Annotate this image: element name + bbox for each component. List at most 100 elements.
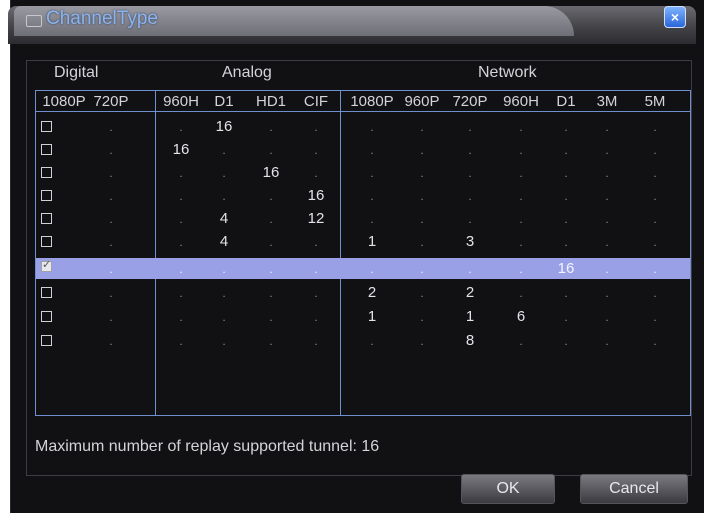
channel-cell: .: [179, 120, 183, 134]
channel-row[interactable]: ....... 8....: [36, 332, 690, 353]
channel-cell: .: [179, 286, 183, 300]
column-header: 720P: [452, 93, 488, 110]
channel-cell: .: [109, 235, 113, 249]
channel-cell: .: [420, 334, 424, 348]
channel-cell: .: [109, 286, 113, 300]
column-header: 3M: [596, 93, 618, 110]
column-header: CIF: [303, 93, 329, 110]
channel-cell: .: [519, 235, 523, 249]
channel-cell: .: [564, 189, 568, 203]
row-checkbox[interactable]: [41, 236, 52, 247]
channel-cell: .: [314, 334, 318, 348]
row-checkbox[interactable]: [41, 190, 52, 201]
channel-cell: .: [468, 143, 472, 157]
row-checkbox[interactable]: [41, 213, 52, 224]
close-button[interactable]: ×: [664, 6, 686, 28]
channel-cell: .: [653, 120, 657, 134]
row-checkbox[interactable]: [41, 121, 52, 132]
row-checkbox[interactable]: [41, 144, 52, 155]
channel-row[interactable]: ... 16........: [36, 164, 690, 185]
replay-tunnel-note: Maximum number of replay supported tunne…: [35, 438, 380, 455]
channel-cell: 1: [367, 308, 377, 325]
channel-cell: 16: [262, 164, 280, 181]
ok-button[interactable]: OK: [461, 474, 555, 504]
channel-cell: .: [109, 143, 113, 157]
channel-cell: .: [269, 189, 273, 203]
channel-cell: .: [269, 310, 273, 324]
channel-cell: .: [222, 262, 226, 276]
channel-cell: .: [605, 189, 609, 203]
channel-cell: .: [564, 286, 568, 300]
channel-cell: .: [653, 189, 657, 203]
channel-cell: .: [179, 212, 183, 226]
channel-cell: .: [109, 166, 113, 180]
channel-cell: .: [314, 310, 318, 324]
channel-cell: .: [564, 166, 568, 180]
channel-cell: .: [420, 286, 424, 300]
channel-cell: 3: [465, 233, 475, 250]
channel-cell: .: [109, 262, 113, 276]
column-header: 1080P: [42, 93, 86, 110]
channel-cell: .: [222, 310, 226, 324]
channel-cell: 16: [215, 118, 233, 135]
channel-cell: .: [468, 189, 472, 203]
channel-cell: .: [653, 310, 657, 324]
channel-cell: .: [314, 120, 318, 134]
group-header-digital: Digital: [54, 64, 99, 81]
channel-cell: .: [269, 334, 273, 348]
channel-cell: .: [605, 286, 609, 300]
channel-cell: .: [564, 143, 568, 157]
channel-cell: .: [653, 212, 657, 226]
dialog-title: ChannelType: [46, 8, 158, 29]
channel-cell: .: [269, 212, 273, 226]
column-header: 5M: [644, 93, 666, 110]
channel-row[interactable]: .. 16.........: [36, 118, 690, 139]
channel-cell: .: [269, 286, 273, 300]
row-checkbox[interactable]: [41, 258, 52, 272]
row-checkbox[interactable]: [41, 167, 52, 178]
channel-cell: .: [564, 235, 568, 249]
row-checkbox[interactable]: [41, 311, 52, 322]
channel-cell: .: [519, 334, 523, 348]
channel-cell: 16: [307, 187, 325, 204]
channel-cell: 2: [367, 284, 377, 301]
cancel-button[interactable]: Cancel: [580, 474, 688, 504]
column-header: 960P: [404, 93, 440, 110]
channel-cell: 1: [367, 233, 377, 250]
channel-cell: .: [468, 212, 472, 226]
channel-cell: .: [314, 235, 318, 249]
channel-cell: .: [605, 166, 609, 180]
row-checkbox[interactable]: [41, 287, 52, 298]
channel-row[interactable]: ..... 2. 2....: [36, 284, 690, 305]
channel-cell: .: [519, 143, 523, 157]
column-header: D1: [214, 93, 234, 110]
channel-cell: .: [109, 212, 113, 226]
channel-cell: .: [222, 334, 226, 348]
channel-cell: .: [109, 310, 113, 324]
channel-cell: .: [314, 143, 318, 157]
channel-cell: .: [564, 310, 568, 324]
channel-cell: .: [519, 189, 523, 203]
channel-cell: .: [468, 120, 472, 134]
channel-row[interactable]: ......... 16..: [36, 258, 690, 279]
channel-cell: .: [420, 189, 424, 203]
channel-cell: .: [109, 189, 113, 203]
channel-cell: 1: [465, 308, 475, 325]
channel-row[interactable]: ..... 1. 1 6...: [36, 308, 690, 329]
channel-row[interactable]: .... 16.......: [36, 187, 690, 208]
group-header-analog: Analog: [222, 64, 272, 81]
channel-cell: .: [222, 166, 226, 180]
channel-cell: .: [179, 334, 183, 348]
channel-cell: .: [605, 235, 609, 249]
channel-cell: .: [222, 143, 226, 157]
row-checkbox[interactable]: [41, 335, 52, 346]
channel-row[interactable]: . 16..........: [36, 141, 690, 162]
channel-cell: .: [179, 310, 183, 324]
channel-cell: 12: [307, 210, 325, 227]
channel-cell: .: [605, 143, 609, 157]
channel-row[interactable]: .. 4. 12.......: [36, 210, 690, 231]
channel-cell: .: [420, 120, 424, 134]
channel-cell: .: [222, 189, 226, 203]
channel-row[interactable]: .. 4.. 1. 3....: [36, 233, 690, 254]
channel-cell: .: [420, 235, 424, 249]
